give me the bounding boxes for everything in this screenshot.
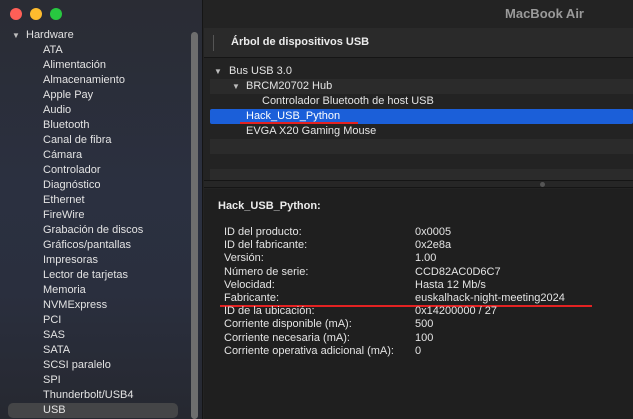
tree-row-empty [210,154,633,169]
tree-row-empty [210,139,633,154]
detail-value: 0x14200000 / 27 [415,305,497,318]
section-header: Árbol de dispositivos USB [204,28,633,58]
sidebar-item[interactable]: Thunderbolt/USB4 [0,388,190,403]
chevron-down-icon[interactable]: ▼ [214,64,222,79]
chevron-down-icon[interactable]: ▼ [232,79,240,94]
sidebar-item[interactable]: ATA [0,43,190,58]
detail-key: Corriente necesaria (mA): [224,331,350,344]
pane-splitter[interactable] [204,180,633,188]
tree-row-label: BRCM20702 Hub [246,80,333,92]
close-window-button[interactable] [10,8,22,20]
sidebar-item[interactable]: Bluetooth [0,118,190,133]
tree-row-label: Controlador Bluetooth de host USB [262,95,434,107]
sidebar-item[interactable]: Audio [0,103,190,118]
tree-row[interactable]: ▼ Bus USB 3.0 [210,64,633,79]
sidebar-item[interactable]: SCSI paralelo [0,358,190,373]
sidebar-item[interactable]: Controlador [0,163,190,178]
detail-key: Velocidad: [224,278,275,291]
window-title: MacBook Air [505,6,584,21]
detail-value: euskalhack-night-meeting2024 [415,292,565,304]
sidebar-item[interactable]: SATA [0,343,190,358]
tree-row[interactable]: EVGA X20 Gaming Mouse [210,124,633,139]
sidebar-item[interactable]: Apple Pay [0,88,190,103]
window-controls [10,8,62,20]
sidebar-item[interactable]: Ethernet [0,193,190,208]
detail-value: 500 [415,318,434,331]
tree-row-label: EVGA X20 Gaming Mouse [246,125,377,137]
sidebar-item[interactable]: Grabación de discos [0,223,190,238]
sidebar-item[interactable]: Impresoras [0,253,190,268]
sidebar-item[interactable]: SPI [0,373,190,388]
detail-key: ID del producto: [224,226,302,238]
tree-row-selected[interactable]: Hack_USB_Python [210,109,633,124]
sidebar-group-hardware[interactable]: ▼ Hardware [0,28,190,43]
sidebar-item[interactable]: Diagnóstico [0,178,190,193]
detail-key: ID del fabricante: [224,239,308,252]
detail-value: 1.00 [415,252,437,265]
tree-row[interactable]: ▼ BRCM20702 Hub [210,79,633,94]
detail-value: 100 [415,331,434,344]
sidebar-item[interactable]: Lector de tarjetas [0,268,190,283]
divider [213,35,214,51]
sidebar-item[interactable]: PCI [0,313,190,328]
sidebar-item[interactable]: FireWire [0,208,190,223]
sidebar-item[interactable]: USB [8,403,178,418]
detail-value: 0x0005 [415,226,452,238]
sidebar-item[interactable]: Alimentación [0,58,190,73]
sidebar-scrollbar[interactable] [191,32,198,419]
sidebar-item[interactable]: NVMExpress [0,298,190,313]
sidebar-item[interactable]: Memoria [0,283,190,298]
zoom-window-button[interactable] [50,8,62,20]
tree-row[interactable]: Controlador Bluetooth de host USB [210,94,633,109]
sidebar-group-label: Hardware [26,29,74,41]
section-title: Árbol de dispositivos USB [231,36,370,48]
splitter-grip-icon[interactable] [540,182,545,187]
details-heading: Hack_USB_Python: [218,200,321,212]
sidebar-item[interactable]: Gráficos/pantallas [0,238,190,253]
usb-device-tree: ▼ Bus USB 3.0 ▼ BRCM20702 Hub Controlador Bl… [210,64,633,184]
detail-key: Corriente disponible (mA): [224,318,352,331]
sidebar-scrollbar-thumb[interactable] [191,32,198,419]
detail-value: 0 [415,344,422,357]
detail-key: ID de la ubicación: [224,305,315,318]
tree-row-label: Bus USB 3.0 [229,65,292,77]
detail-value: CCD82AC0D6C7 [415,265,501,278]
minimize-window-button[interactable] [30,8,42,20]
detail-value: Hasta 12 Mb/s [415,278,486,291]
sidebar-item[interactable]: Almacenamiento [0,73,190,88]
main-pane: MacBook Air Árbol de dispositivos USB ▼ B… [204,0,633,419]
sidebar-list: ▼ Hardware ATA Alimentación Almacenamiento… [0,28,190,418]
detail-key: Número de serie: [224,265,309,278]
sidebar-item[interactable]: Cámara [0,148,190,163]
sidebar: ▼ Hardware ATA Alimentación Almacenamiento… [0,0,203,419]
detail-key: Corriente operativa adicional (mA): [224,344,394,357]
sidebar-item[interactable]: Canal de fibra [0,133,190,148]
detail-value: 0x2e8a [415,239,452,252]
chevron-down-icon: ▼ [12,31,20,40]
detail-key: Versión: [224,252,264,265]
detail-key: Fabricante: [224,292,280,304]
system-information-window: ▼ Hardware ATA Alimentación Almacenamiento… [0,0,633,419]
device-details: Hack_USB_Python: ID del producto: 0x0005 I… [204,189,633,419]
sidebar-item[interactable]: SAS [0,328,190,343]
